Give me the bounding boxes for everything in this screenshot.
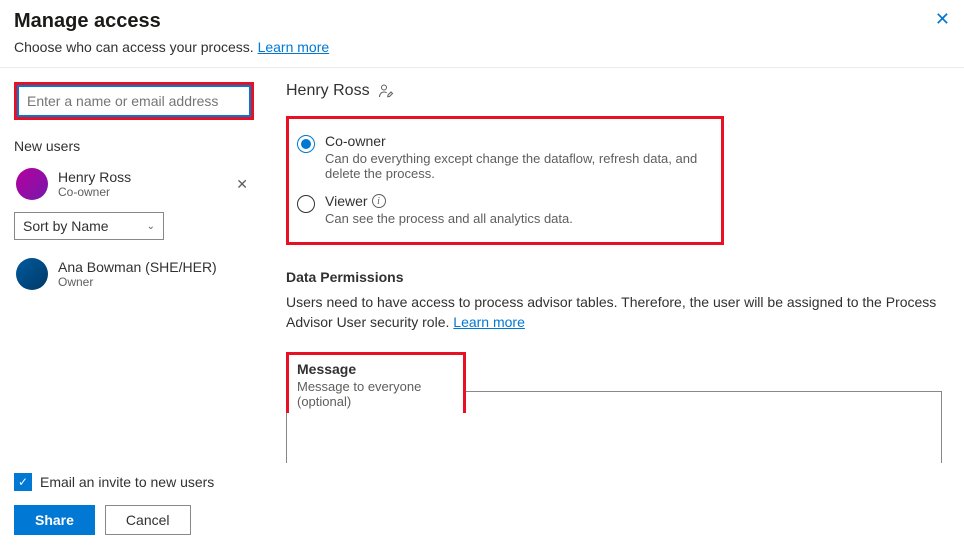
radio-unchecked[interactable] xyxy=(297,195,315,213)
selected-user-name: Henry Ross xyxy=(286,82,370,100)
radio-checked[interactable] xyxy=(297,135,315,153)
user-role: Co-owner xyxy=(58,185,222,199)
role-desc: Can do everything except change the data… xyxy=(325,151,713,181)
email-invite-row[interactable]: ✓ Email an invite to new users xyxy=(14,473,950,491)
permissions-learn-more-link[interactable]: Learn more xyxy=(453,314,525,330)
dialog-footer: ✓ Email an invite to new users Share Can… xyxy=(0,463,964,547)
close-icon[interactable]: ✕ xyxy=(935,10,950,28)
learn-more-link[interactable]: Learn more xyxy=(258,39,330,55)
permissions-title: Data Permissions xyxy=(286,269,944,285)
user-name: Ana Bowman (SHE/HER) xyxy=(58,259,252,275)
sort-dropdown[interactable]: Sort by Name ⌄ xyxy=(14,212,164,240)
right-panel: Henry Ross Co-owner Can do everything ex… xyxy=(268,68,964,485)
remove-user-icon[interactable]: ✕ xyxy=(232,172,252,197)
data-permissions-section: Data Permissions Users need to have acce… xyxy=(286,269,944,332)
new-user-row[interactable]: Henry Ross Co-owner ✕ xyxy=(14,164,254,204)
left-panel: New users Henry Ross Co-owner ✕ Sort by … xyxy=(0,68,268,485)
role-title: Co-owner xyxy=(325,133,713,149)
sort-label: Sort by Name xyxy=(23,218,109,234)
person-edit-icon xyxy=(378,83,394,99)
selected-user-header: Henry Ross xyxy=(286,82,944,100)
email-invite-label: Email an invite to new users xyxy=(40,474,214,490)
user-name: Henry Ross xyxy=(58,169,222,185)
existing-user-row[interactable]: Ana Bowman (SHE/HER) Owner xyxy=(14,254,254,294)
search-input[interactable] xyxy=(17,85,251,117)
message-highlight-box: Message Message to everyone (optional) xyxy=(286,352,466,413)
dialog-title: Manage access xyxy=(14,10,948,33)
cancel-button[interactable]: Cancel xyxy=(105,505,191,535)
avatar xyxy=(16,168,48,200)
checkbox-checked[interactable]: ✓ xyxy=(14,473,32,491)
avatar xyxy=(16,258,48,290)
search-highlight-box xyxy=(14,82,254,120)
permissions-text: Users need to have access to process adv… xyxy=(286,293,944,332)
role-desc: Can see the process and all analytics da… xyxy=(325,211,573,226)
chevron-down-icon: ⌄ xyxy=(147,221,155,232)
dialog-header: Manage access Choose who can access your… xyxy=(0,0,964,63)
dialog-subtitle: Choose who can access your process. Lear… xyxy=(14,39,948,55)
share-button[interactable]: Share xyxy=(14,505,95,535)
roles-highlight-box: Co-owner Can do everything except change… xyxy=(286,116,724,245)
message-label: Message xyxy=(297,361,455,377)
message-placeholder-preview: Message to everyone (optional) xyxy=(297,379,455,409)
user-role: Owner xyxy=(58,275,252,289)
new-users-label: New users xyxy=(14,138,254,154)
role-option-coowner[interactable]: Co-owner Can do everything except change… xyxy=(295,127,715,187)
role-title: Viewer i xyxy=(325,193,573,209)
info-icon[interactable]: i xyxy=(372,194,386,208)
role-option-viewer[interactable]: Viewer i Can see the process and all ana… xyxy=(295,187,715,232)
